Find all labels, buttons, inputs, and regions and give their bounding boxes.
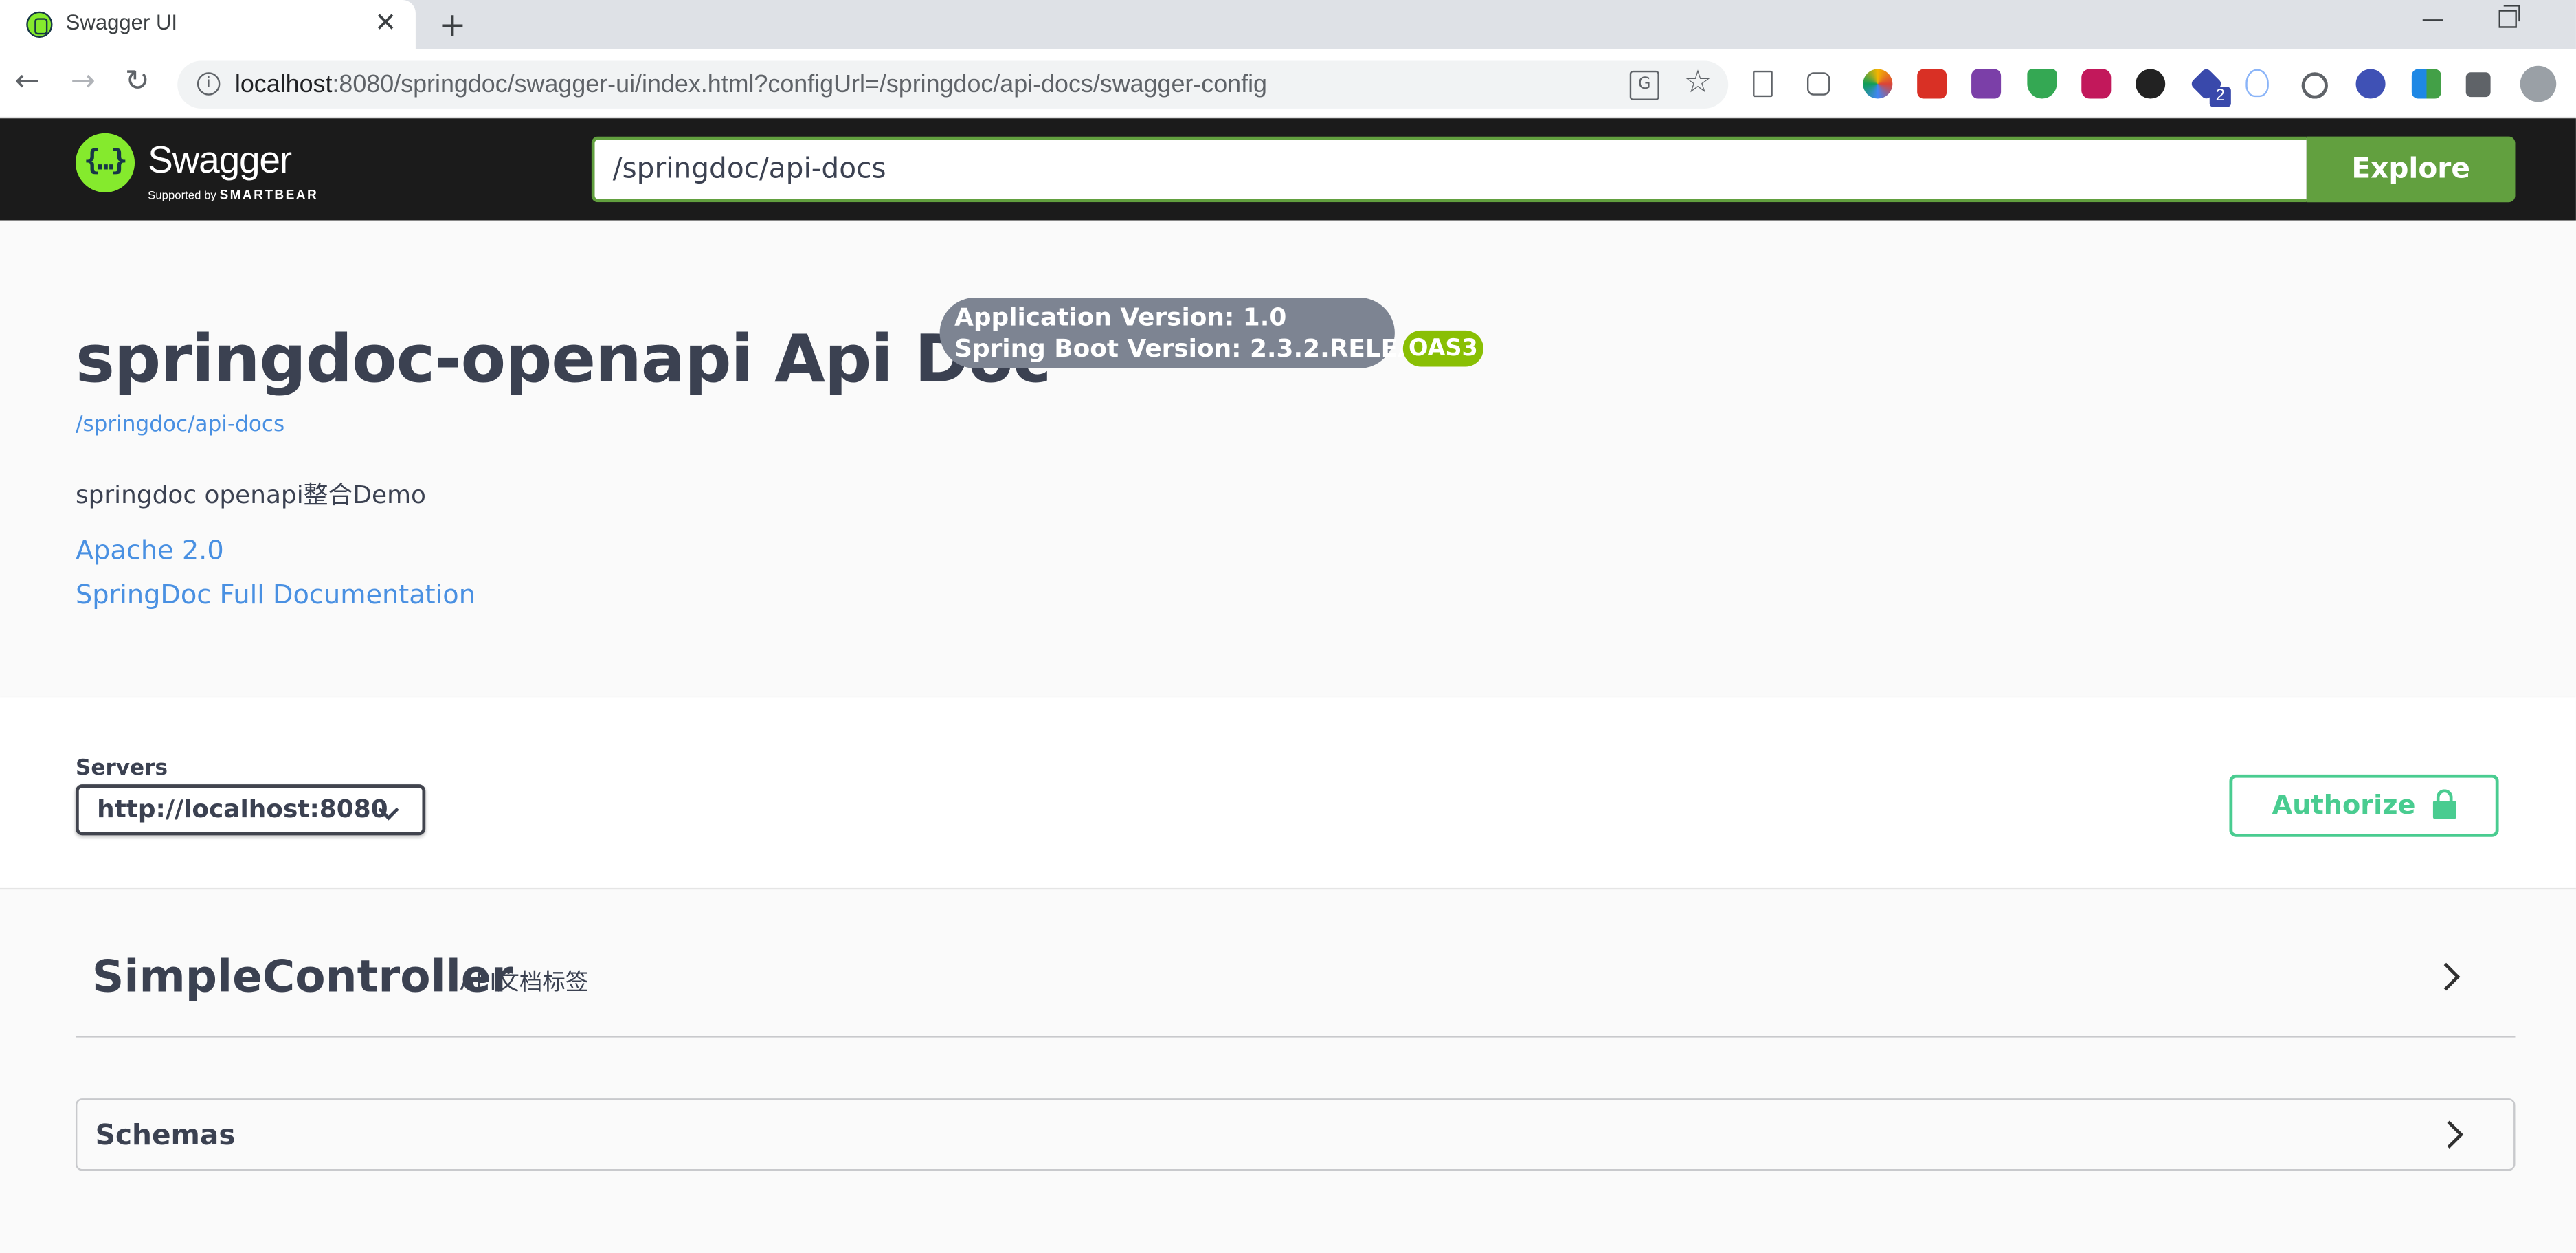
site-info-icon[interactable]: i xyxy=(197,72,221,96)
copy-icon[interactable] xyxy=(1806,72,1830,96)
forward-icon[interactable]: → xyxy=(71,64,96,98)
logo-subtitle: Supported by SMARTBEAR xyxy=(148,187,319,203)
camera-icon[interactable] xyxy=(2081,69,2112,99)
grid-icon[interactable] xyxy=(2411,69,2441,99)
logo-text: Swagger xyxy=(148,137,292,181)
profile-icon[interactable] xyxy=(2520,65,2557,102)
license-link[interactable]: Apache 2.0 xyxy=(76,535,224,566)
api-docs-link[interactable]: /springdoc/api-docs xyxy=(76,412,284,437)
browser-toolbar: ← → ↻ i localhost:8080/springdoc/swagger… xyxy=(0,49,2576,119)
hand-icon[interactable] xyxy=(2245,69,2269,98)
explore-button[interactable]: Explore xyxy=(2306,136,2516,203)
bookmark-star-icon[interactable]: ☆ xyxy=(1684,64,1712,100)
swagger-ui-window: Swagger UI ✕ + — ← → ↻ i localhost:8080/… xyxy=(0,0,2576,1253)
browser-tab-strip: Swagger UI ✕ + — xyxy=(0,0,2576,49)
oas3-badge: OAS3 xyxy=(1402,330,1483,367)
url-text[interactable]: localhost:8080/springdoc/swagger-ui/inde… xyxy=(235,71,1267,99)
lock-icon xyxy=(2432,789,2456,819)
new-tab-icon[interactable]: + xyxy=(438,5,466,44)
translate-icon[interactable]: G xyxy=(1629,70,1659,100)
tag-description: API文档标签 xyxy=(460,970,589,997)
tag-name: SimpleController xyxy=(91,952,513,1003)
slack-icon[interactable] xyxy=(2136,69,2166,99)
server-select[interactable]: http://localhost:8080 xyxy=(75,784,426,836)
palette-icon[interactable] xyxy=(1863,69,1893,99)
tag-simplecontroller[interactable]: SimpleController API文档标签 xyxy=(75,889,2516,1038)
documentation-link[interactable]: SpringDoc Full Documentation xyxy=(76,579,475,610)
operations-section: SimpleController API文档标签 Schemas xyxy=(0,889,2576,1253)
minimize-icon[interactable]: — xyxy=(2421,7,2444,33)
chevron-right-icon[interactable] xyxy=(2435,1120,2464,1149)
authorize-label: Authorize xyxy=(2272,789,2416,821)
shield-icon[interactable] xyxy=(2027,69,2057,99)
swagger-logo-icon[interactable]: {…} xyxy=(75,133,135,192)
browser-tab[interactable]: Swagger UI ✕ xyxy=(0,0,416,49)
close-tab-icon[interactable]: ✕ xyxy=(374,7,396,38)
fe-helper-icon[interactable] xyxy=(1917,69,1947,99)
address-bar[interactable]: i localhost:8080/springdoc/swagger-ui/in… xyxy=(177,60,1729,109)
spec-url-input[interactable]: /springdoc/api-docs xyxy=(591,136,2307,203)
api-info: springdoc-openapi Api Doc Application Ve… xyxy=(0,220,2576,698)
version-badge: Application Version: 1.0 Spring Boot Ver… xyxy=(939,298,1452,368)
server-select-value: http://localhost:8080 xyxy=(97,794,388,824)
swagger-topbar: {…} Swagger Supported by SMARTBEAR /spri… xyxy=(0,118,2576,221)
extension-badge: 2 xyxy=(2209,87,2231,107)
back-icon[interactable]: ← xyxy=(15,64,40,98)
api-description: springdoc openapi整合Demo xyxy=(75,480,426,510)
authorize-button[interactable]: Authorize xyxy=(2229,774,2499,837)
tab-title: Swagger UI xyxy=(65,10,178,35)
onenote-icon[interactable] xyxy=(1971,69,2002,99)
servers-label: Servers xyxy=(75,756,168,781)
bookmark-icon[interactable] xyxy=(1753,70,1773,98)
spring-boot-version: Spring Boot Version: 2.3.2.RELEASE xyxy=(954,333,1452,364)
chevron-right-icon[interactable] xyxy=(2432,962,2461,991)
schemas-section[interactable]: Schemas xyxy=(75,1098,2516,1171)
schemas-label: Schemas xyxy=(95,1120,236,1153)
logo-glyph: {…} xyxy=(83,144,128,178)
application-version: Application Version: 1.0 xyxy=(954,302,1287,333)
restore-window-icon[interactable] xyxy=(2498,5,2520,28)
servers-section: Servers http://localhost:8080 Authorize xyxy=(0,697,2576,890)
api-title: springdoc-openapi Api Doc xyxy=(75,322,1051,398)
reload-icon[interactable]: ↻ xyxy=(125,64,150,98)
swagger-favicon-icon xyxy=(26,11,53,38)
avatar-icon[interactable] xyxy=(2355,69,2386,99)
speed-icon[interactable] xyxy=(2301,72,2328,99)
puzzle-icon[interactable] xyxy=(2465,72,2491,98)
